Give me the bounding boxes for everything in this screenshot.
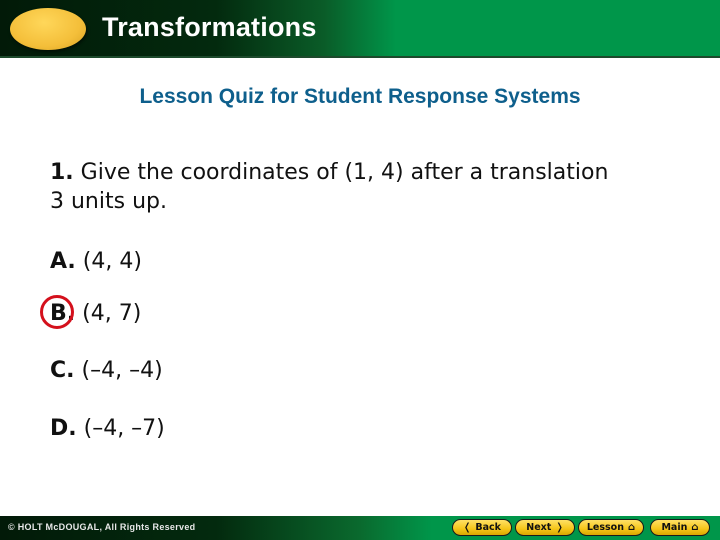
choice-value: (4, 7) [75,301,142,326]
header-logo-oval [10,8,86,50]
copyright-text: © HOLT McDOUGAL, All Rights Reserved [8,522,196,532]
question-line-1: Give the coordinates of (1, 4) after a t… [73,160,609,185]
main-button-label: Main [661,522,688,533]
next-button-label: Next [526,522,552,533]
footer-bar: © HOLT McDOUGAL, All Rights Reserved ❬ B… [0,516,720,540]
choice-value: (4, 4) [75,249,142,274]
choice-d[interactable]: D. (–4, –7) [50,416,165,441]
home-icon: ⌂ [691,522,699,533]
page-title: Transformations [102,12,317,42]
correct-answer-circle [40,295,74,329]
main-button[interactable]: Main ⌂ [650,519,710,536]
choice-c[interactable]: C. (–4, –4) [50,358,163,383]
choice-letter: C. [50,358,75,383]
home-icon: ⌂ [627,522,636,533]
back-button-label: Back [475,522,501,533]
choice-value: (–4, –4) [74,358,163,383]
choice-letter: A. [50,249,76,274]
choice-value: (–4, –7) [76,416,165,441]
quiz-subtitle: Lesson Quiz for Student Response Systems [139,85,581,108]
chevron-left-icon: ❬ [463,522,472,533]
choice-letter: D. [50,416,77,441]
lesson-button-label: Lesson [586,522,624,533]
choice-a[interactable]: A. (4, 4) [50,249,142,274]
lesson-button[interactable]: Lesson ⌂ [578,519,644,536]
header-bar: Transformations [0,0,720,58]
next-button[interactable]: Next ❭ [515,519,575,536]
question-line-2: 3 units up. [50,189,167,214]
chevron-right-icon: ❭ [555,522,564,533]
question-text: 1. Give the coordinates of (1, 4) after … [50,158,690,216]
question-number: 1. [50,160,74,185]
back-button[interactable]: ❬ Back [452,519,512,536]
